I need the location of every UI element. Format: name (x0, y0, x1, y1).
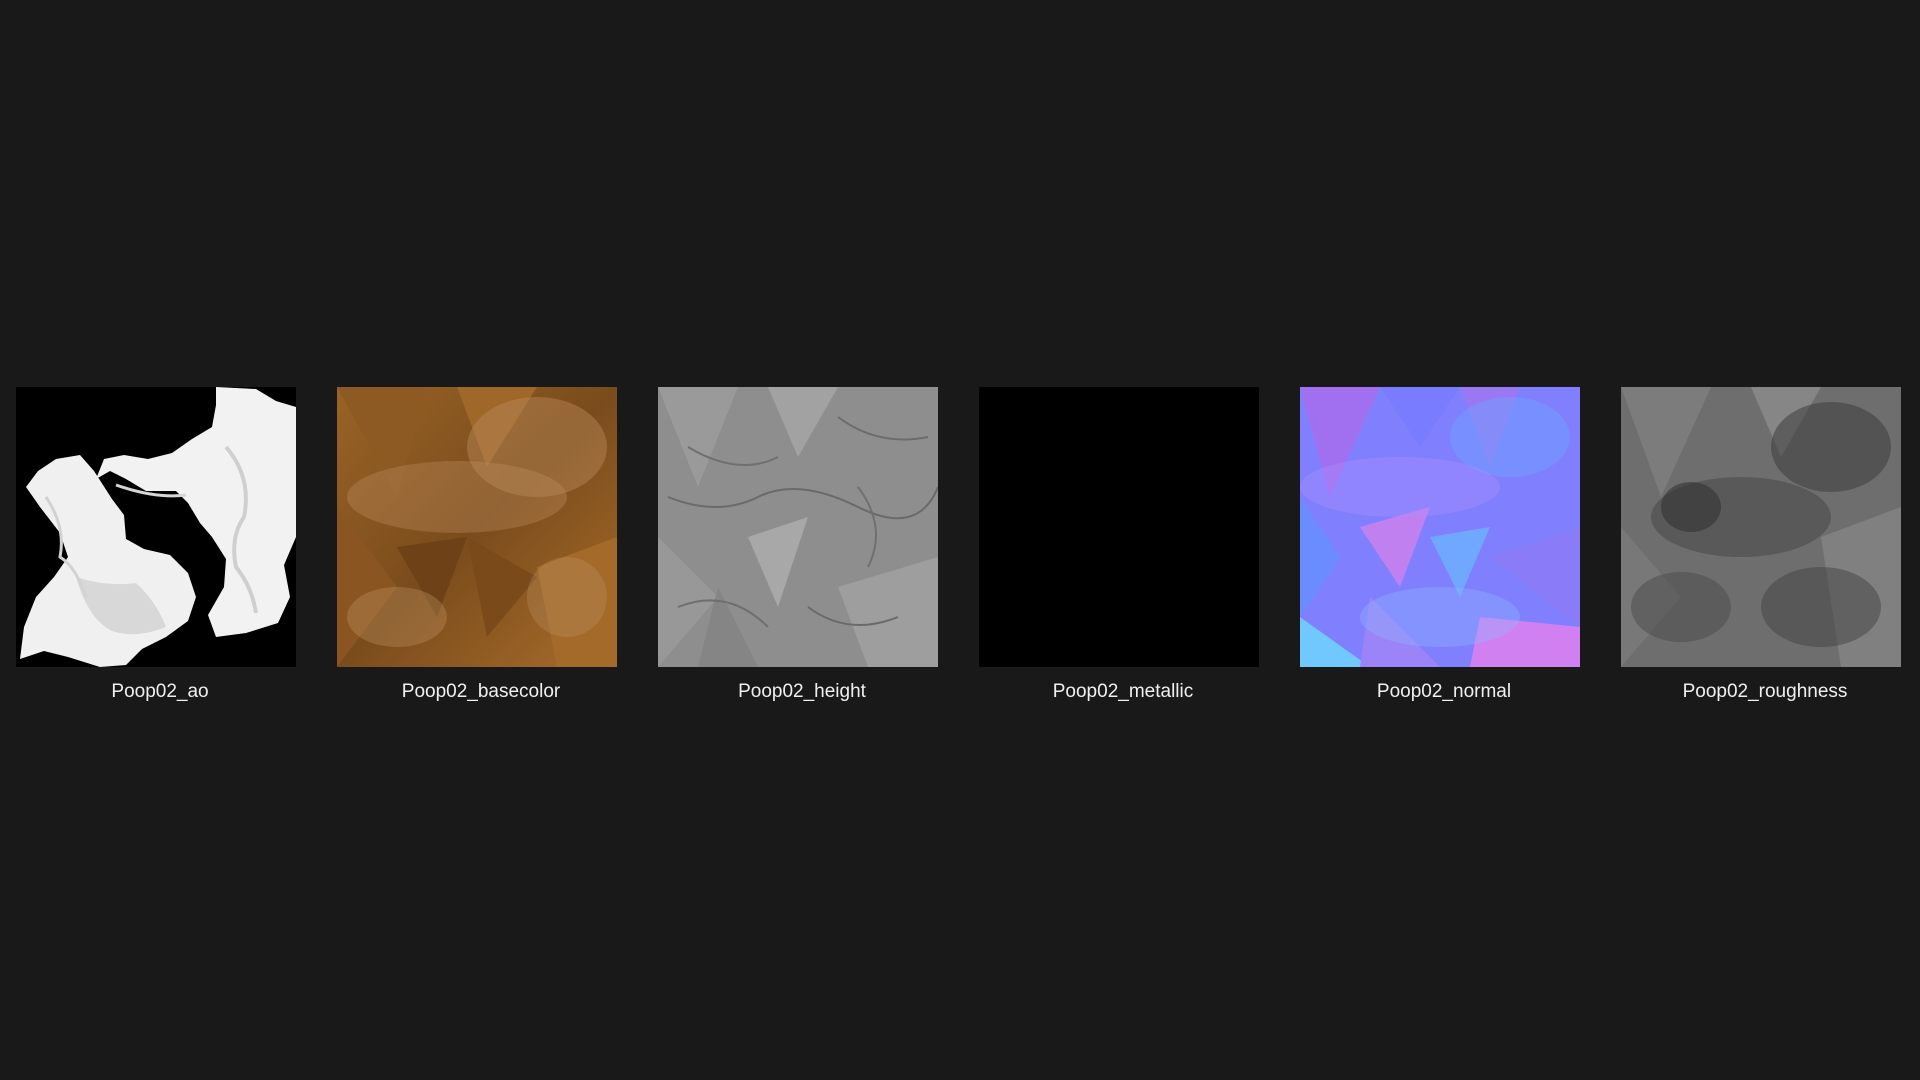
roughness-map-image (1621, 387, 1901, 667)
file-tile-ao[interactable]: Poop02_ao (0, 387, 310, 707)
file-name-label[interactable]: Poop02_ao (0, 680, 320, 704)
ao-thumbnail[interactable] (16, 387, 296, 667)
normal-thumbnail[interactable] (1300, 387, 1580, 667)
height-map-image (658, 387, 938, 667)
file-tile-normal[interactable]: Poop02_normal (1284, 387, 1594, 707)
file-tile-height[interactable]: Poop02_height (642, 387, 952, 707)
basecolor-thumbnail[interactable] (337, 387, 617, 667)
file-tile-roughness[interactable]: Poop02_roughness (1605, 387, 1915, 707)
file-name-label[interactable]: Poop02_normal (1284, 680, 1604, 704)
metallic-thumbnail[interactable] (979, 387, 1259, 667)
ambient-occlusion-map-image (16, 387, 296, 667)
file-grid: Poop02_ao Poop02_basecolor Poop02_height… (0, 387, 1920, 707)
file-name-label[interactable]: Poop02_basecolor (321, 680, 641, 704)
file-name-label[interactable]: Poop02_metallic (963, 680, 1283, 704)
file-name-label[interactable]: Poop02_roughness (1605, 680, 1920, 704)
file-tile-metallic[interactable]: Poop02_metallic (963, 387, 1273, 707)
file-explorer-view: Poop02_ao Poop02_basecolor Poop02_height… (0, 0, 1920, 1080)
file-name-label[interactable]: Poop02_height (642, 680, 962, 704)
basecolor-map-image (337, 387, 617, 667)
file-tile-basecolor[interactable]: Poop02_basecolor (321, 387, 631, 707)
normal-map-image (1300, 387, 1580, 667)
height-thumbnail[interactable] (658, 387, 938, 667)
metallic-map-image (979, 387, 1259, 667)
roughness-thumbnail[interactable] (1621, 387, 1901, 667)
